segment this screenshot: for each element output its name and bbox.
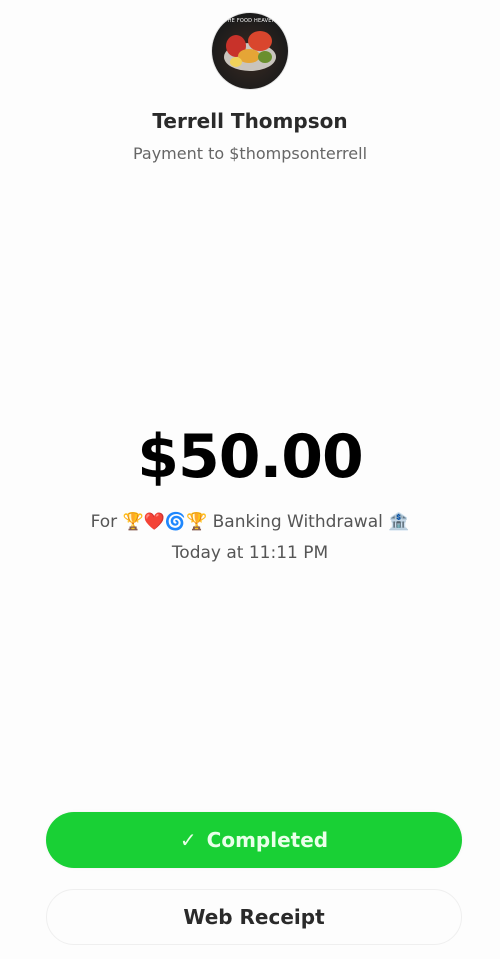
- check-icon: ✓: [179, 828, 197, 852]
- completed-label: Completed: [206, 828, 329, 852]
- avatar-lettering: THE FOOD HEAVEN: [224, 18, 276, 24]
- payment-amount: $50.00: [137, 422, 364, 492]
- recipient-name: Terrell Thompson: [152, 109, 348, 133]
- avatar-food-graphic: [248, 31, 272, 51]
- web-receipt-label: Web Receipt: [183, 905, 325, 929]
- payment-detail-screen: THE FOOD HEAVEN Terrell Thompson Payment…: [0, 0, 500, 959]
- avatar-food-graphic: [230, 57, 242, 67]
- avatar-food-graphic: [258, 51, 272, 63]
- recipient-avatar[interactable]: THE FOOD HEAVEN: [212, 13, 288, 89]
- payment-memo: For 🏆❤️🌀🏆 Banking Withdrawal 🏦: [90, 512, 410, 532]
- web-receipt-button[interactable]: Web Receipt: [46, 889, 462, 945]
- payment-subtitle: Payment to $thompsonterrell: [132, 144, 368, 163]
- completed-button[interactable]: ✓ Completed: [46, 812, 462, 868]
- payment-timestamp: Today at 11:11 PM: [171, 543, 329, 563]
